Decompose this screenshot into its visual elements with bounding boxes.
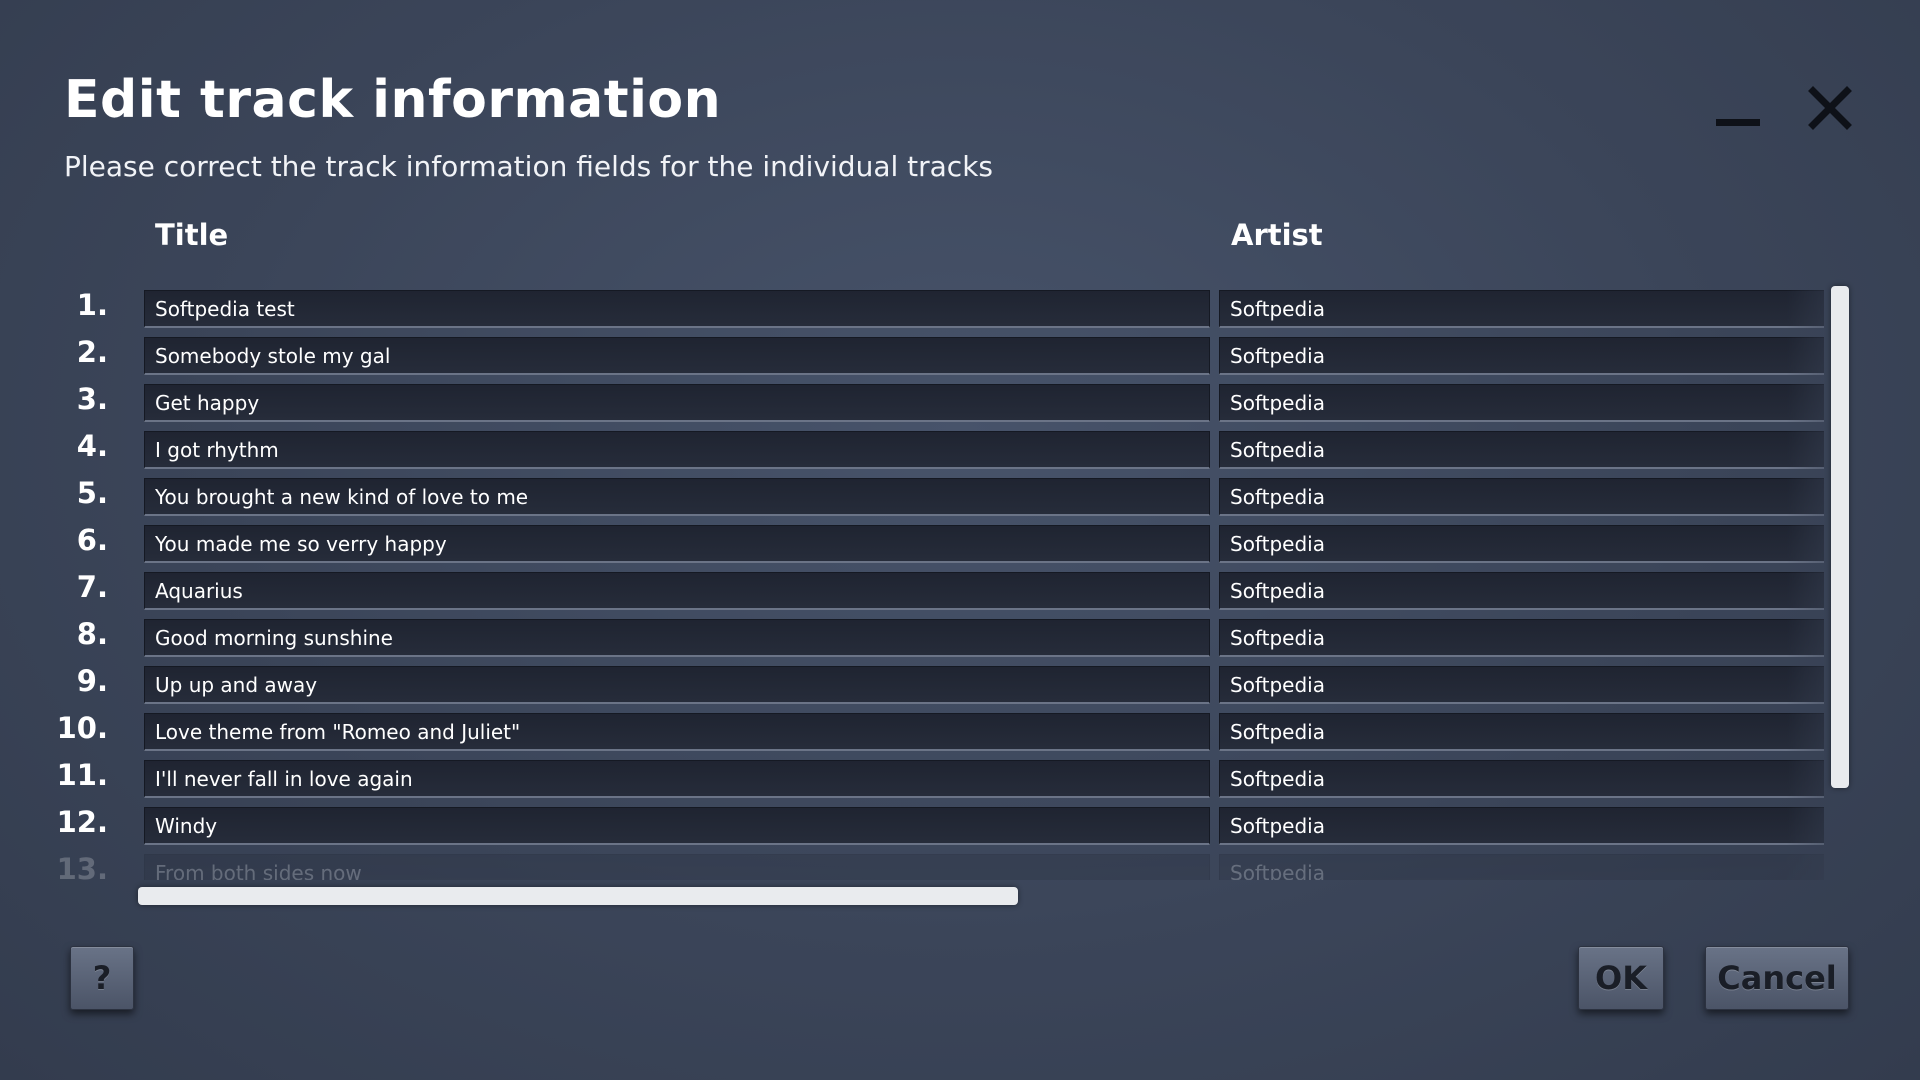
- track-title-field[interactable]: From both sides now: [144, 854, 1210, 880]
- track-artist-field[interactable]: Softpedia: [1219, 525, 1824, 563]
- track-list: 1. Softpedia test Softpedia 2. Somebody …: [56, 286, 1824, 880]
- track-artist-field[interactable]: Softpedia: [1219, 666, 1824, 704]
- track-title-field[interactable]: I got rhythm: [144, 431, 1210, 469]
- column-header-title: Title: [155, 218, 229, 252]
- track-artist-field[interactable]: Softpedia: [1219, 290, 1824, 328]
- track-title-field[interactable]: Aquarius: [144, 572, 1210, 610]
- track-title-field[interactable]: You made me so verry happy: [144, 525, 1210, 563]
- close-button[interactable]: [1800, 78, 1860, 138]
- track-number: 6.: [76, 523, 108, 557]
- track-row: 4. I got rhythm Softpedia: [56, 427, 1824, 474]
- track-artist-field[interactable]: Softpedia: [1219, 572, 1824, 610]
- track-number: 1.: [76, 288, 108, 322]
- dialog-subtitle: Please correct the track information fie…: [64, 150, 994, 183]
- track-row: 1. Softpedia test Softpedia: [56, 286, 1824, 333]
- track-row: 5. You brought a new kind of love to me …: [56, 474, 1824, 521]
- track-artist-field[interactable]: Softpedia: [1219, 807, 1824, 845]
- minimize-icon: [1716, 118, 1760, 126]
- track-row: 9. Up up and away Softpedia: [56, 662, 1824, 709]
- track-title-field[interactable]: Softpedia test: [144, 290, 1210, 328]
- track-row: 2. Somebody stole my gal Softpedia: [56, 333, 1824, 380]
- close-icon: [1808, 86, 1852, 130]
- vertical-scrollbar[interactable]: [1831, 286, 1849, 788]
- track-artist-field[interactable]: Softpedia: [1219, 713, 1824, 751]
- track-title-field[interactable]: Get happy: [144, 384, 1210, 422]
- track-number: 2.: [76, 335, 108, 369]
- track-number: 13.: [56, 852, 108, 880]
- track-number: 5.: [76, 476, 108, 510]
- column-header-artist: Artist: [1231, 218, 1323, 252]
- ok-button[interactable]: OK: [1578, 946, 1664, 1010]
- track-artist-field[interactable]: Softpedia: [1219, 619, 1824, 657]
- track-title-field[interactable]: Love theme from "Romeo and Juliet": [144, 713, 1210, 751]
- track-row: 8. Good morning sunshine Softpedia: [56, 615, 1824, 662]
- track-artist-field[interactable]: Softpedia: [1219, 337, 1824, 375]
- minimize-button[interactable]: [1708, 78, 1768, 138]
- track-title-field[interactable]: I'll never fall in love again: [144, 760, 1210, 798]
- track-artist-field[interactable]: Softpedia: [1219, 431, 1824, 469]
- track-title-field[interactable]: You brought a new kind of love to me: [144, 478, 1210, 516]
- track-row: 7. Aquarius Softpedia: [56, 568, 1824, 615]
- track-title-field[interactable]: Good morning sunshine: [144, 619, 1210, 657]
- track-number: 7.: [76, 570, 108, 604]
- track-row: 6. You made me so verry happy Softpedia: [56, 521, 1824, 568]
- track-number: 12.: [56, 805, 108, 839]
- track-title-field[interactable]: Windy: [144, 807, 1210, 845]
- track-number: 11.: [56, 758, 108, 792]
- track-artist-field[interactable]: Softpedia: [1219, 384, 1824, 422]
- track-row: 3. Get happy Softpedia: [56, 380, 1824, 427]
- track-row: 13. From both sides now Softpedia: [56, 850, 1824, 880]
- dialog-title: Edit track information: [64, 70, 722, 130]
- track-artist-field[interactable]: Softpedia: [1219, 854, 1824, 880]
- track-number: 10.: [56, 711, 108, 745]
- track-artist-field[interactable]: Softpedia: [1219, 478, 1824, 516]
- track-title-field[interactable]: Somebody stole my gal: [144, 337, 1210, 375]
- cancel-button[interactable]: Cancel: [1705, 946, 1849, 1010]
- help-button[interactable]: ?: [70, 946, 134, 1010]
- track-row: 12. Windy Softpedia: [56, 803, 1824, 850]
- track-number: 9.: [76, 664, 108, 698]
- track-number: 3.: [76, 382, 108, 416]
- horizontal-scrollbar[interactable]: [138, 887, 1018, 905]
- track-artist-field[interactable]: Softpedia: [1219, 760, 1824, 798]
- track-row: 11. I'll never fall in love again Softpe…: [56, 756, 1824, 803]
- track-title-field[interactable]: Up up and away: [144, 666, 1210, 704]
- track-number: 4.: [76, 429, 108, 463]
- track-number: 8.: [76, 617, 108, 651]
- track-row: 10. Love theme from "Romeo and Juliet" S…: [56, 709, 1824, 756]
